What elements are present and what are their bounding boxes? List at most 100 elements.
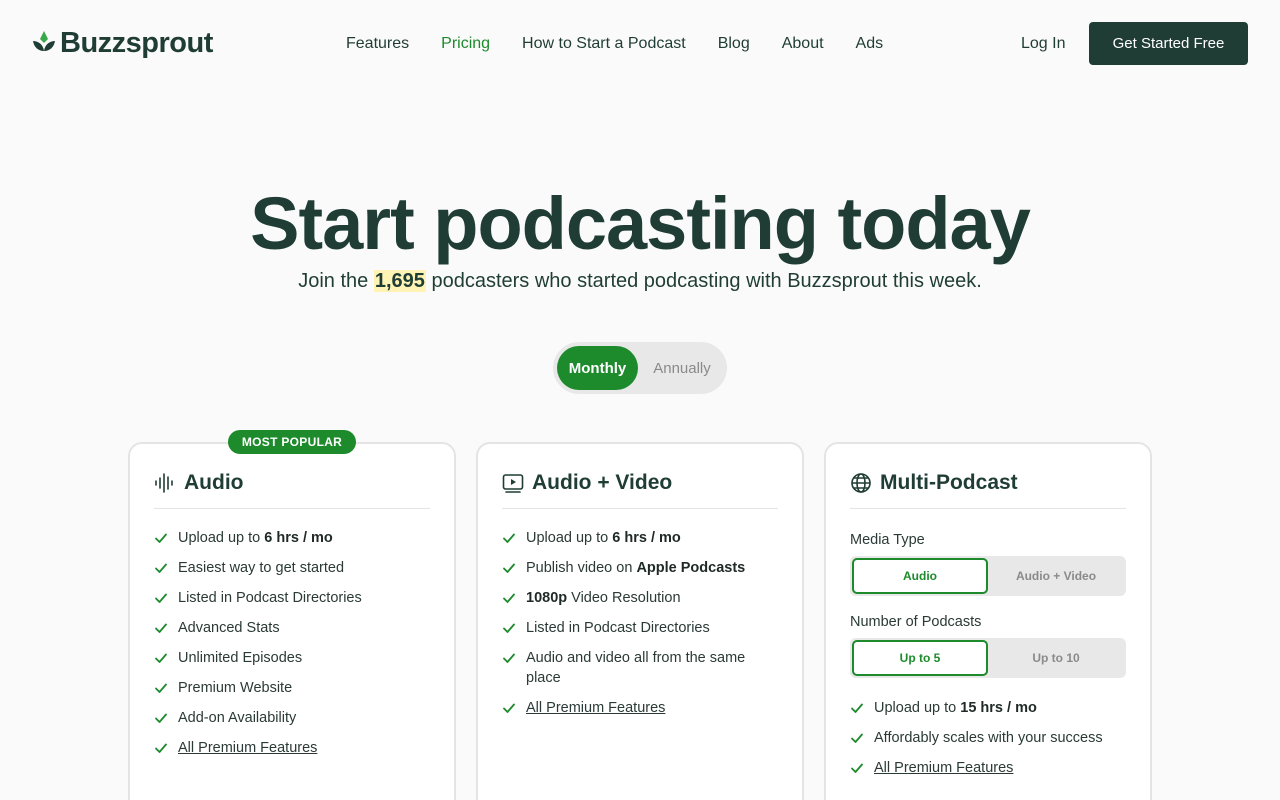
feature-item: All Premium Features (154, 738, 434, 758)
media-type-audio-video-option[interactable]: Audio + Video (988, 558, 1124, 594)
num-podcasts-10-option[interactable]: Up to 10 (988, 640, 1124, 676)
check-icon (503, 623, 515, 633)
buzzsprout-logo-icon (33, 31, 55, 51)
num-podcasts-selector: Up to 5 Up to 10 (850, 638, 1126, 678)
feature-text: Add-on Availability (178, 710, 297, 726)
plan-card-audio: Audio Upload up to 6 hrs / mo Easiest way… (128, 442, 456, 800)
main-nav: Features Pricing How to Start a Podcast … (346, 34, 915, 54)
check-icon (503, 533, 515, 543)
check-icon (155, 593, 167, 603)
plan-header: Multi-Podcast (850, 470, 1018, 496)
feature-item: Unlimited Episodes (154, 648, 434, 668)
check-icon (155, 683, 167, 693)
plan-header: Audio (154, 470, 243, 496)
plan-header: Audio + Video (502, 470, 672, 496)
nav-blog[interactable]: Blog (718, 34, 750, 54)
feature-text: Advanced Stats (178, 620, 280, 636)
all-premium-features-link[interactable]: All Premium Features (526, 700, 665, 716)
feature-text: Affordably scales with your success (874, 730, 1103, 746)
feature-text: Video Resolution (567, 590, 681, 606)
audio-waveform-icon (155, 473, 173, 493)
logo-text: Buzzsprout (60, 27, 213, 59)
plan-card-multi-podcast: Multi-Podcast Media Type Audio Audio + V… (824, 442, 1152, 800)
feature-item: Publish video on Apple Podcasts (502, 558, 782, 578)
feature-text: Audio and video all from the same place (526, 650, 746, 686)
feature-item: Affordably scales with your success (850, 728, 1130, 748)
nav-pricing[interactable]: Pricing (441, 34, 490, 54)
annually-toggle-option[interactable]: Annually (641, 346, 723, 390)
num-podcasts-5-option[interactable]: Up to 5 (852, 640, 988, 676)
check-icon (851, 703, 863, 713)
feature-highlight: 6 hrs / mo (264, 530, 333, 546)
feature-item: Upload up to 6 hrs / mo (154, 528, 434, 548)
plan-title: Multi-Podcast (880, 471, 1018, 494)
check-icon (503, 563, 515, 573)
check-icon (851, 763, 863, 773)
feature-highlight: 1080p (526, 590, 568, 606)
globe-icon (851, 473, 871, 493)
divider (850, 508, 1126, 509)
feature-item: Add-on Availability (154, 708, 434, 728)
feature-text: Premium Website (178, 680, 293, 696)
feature-highlight: 6 hrs / mo (612, 530, 681, 546)
feature-list: Upload up to 6 hrs / mo Publish video on … (502, 528, 782, 728)
plan-card-audio-video: Audio + Video Upload up to 6 hrs / mo Pub… (476, 442, 804, 800)
check-icon (155, 743, 167, 753)
login-link[interactable]: Log In (1021, 34, 1065, 54)
feature-text: Listed in Podcast Directories (526, 620, 710, 636)
nav-ads[interactable]: Ads (856, 34, 884, 54)
media-type-selector: Audio Audio + Video (850, 556, 1126, 596)
hero-sub-before: Join the (298, 270, 374, 292)
feature-item: Premium Website (154, 678, 434, 698)
nav-features[interactable]: Features (346, 34, 409, 54)
feature-highlight: 15 hrs / mo (960, 700, 1037, 716)
get-started-button[interactable]: Get Started Free (1089, 22, 1248, 65)
feature-item: Listed in Podcast Directories (502, 618, 782, 638)
check-icon (155, 653, 167, 663)
feature-item: 1080p Video Resolution (502, 588, 782, 608)
hero-title: Start podcasting today (250, 182, 1031, 265)
media-type-label: Media Type (850, 532, 925, 548)
feature-text: Upload up to (178, 530, 265, 546)
divider (502, 508, 778, 509)
feature-item: All Premium Features (850, 758, 1130, 778)
billing-period-toggle: Monthly Annually (553, 342, 727, 394)
feature-text: Unlimited Episodes (178, 650, 303, 666)
divider (154, 508, 430, 509)
all-premium-features-link[interactable]: All Premium Features (178, 740, 317, 756)
site-header: Buzzsprout Features Pricing How to Start… (0, 0, 1280, 88)
nav-about[interactable]: About (782, 34, 824, 54)
check-icon (503, 703, 515, 713)
check-icon (155, 563, 167, 573)
plan-title: Audio + Video (532, 471, 673, 494)
podcaster-count: 1,695 (373, 270, 426, 292)
feature-item: Advanced Stats (154, 618, 434, 638)
feature-text: Publish video on (526, 560, 637, 576)
all-premium-features-link[interactable]: All Premium Features (874, 760, 1013, 776)
feature-list: Upload up to 15 hrs / mo Affordably scale… (850, 698, 1130, 788)
check-icon (155, 533, 167, 543)
feature-item: Upload up to 6 hrs / mo (502, 528, 782, 548)
check-icon (851, 733, 863, 743)
check-icon (155, 713, 167, 723)
feature-item: All Premium Features (502, 698, 782, 718)
logo[interactable]: Buzzsprout (32, 27, 213, 59)
check-icon (503, 653, 515, 663)
video-play-icon (502, 474, 524, 493)
media-type-audio-option[interactable]: Audio (852, 558, 988, 594)
feature-text: Listed in Podcast Directories (178, 590, 362, 606)
hero-subtitle: Join the 1,695 podcasters who started po… (0, 268, 1280, 294)
check-icon (155, 623, 167, 633)
monthly-toggle-option[interactable]: Monthly (557, 346, 638, 390)
feature-highlight: Apple Podcasts (636, 560, 746, 576)
feature-text: Upload up to (874, 700, 961, 716)
feature-item: Upload up to 15 hrs / mo (850, 698, 1130, 718)
most-popular-badge: MOST POPULAR (228, 430, 356, 454)
num-podcasts-label: Number of Podcasts (850, 614, 982, 630)
check-icon (503, 593, 515, 603)
nav-how-to-start[interactable]: How to Start a Podcast (522, 34, 686, 54)
feature-item: Easiest way to get started (154, 558, 434, 578)
feature-list: Upload up to 6 hrs / mo Easiest way to ge… (154, 528, 434, 768)
plan-title: Audio (184, 471, 244, 494)
hero-sub-after: podcasters who started podcasting with B… (425, 270, 982, 292)
